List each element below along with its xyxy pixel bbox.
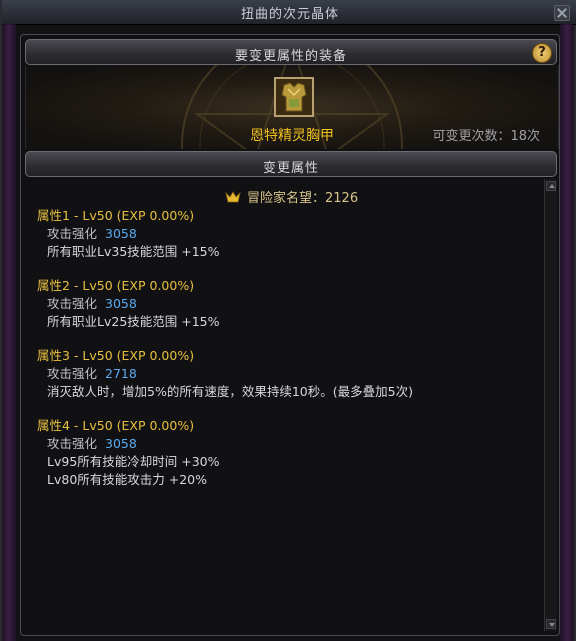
- stat-label: 攻击强化: [47, 226, 98, 241]
- window-title: 扭曲的次元晶体: [240, 7, 339, 22]
- stat-value: 3058: [105, 226, 137, 241]
- fame-text: 冒险家名望：2126: [247, 191, 359, 206]
- arrow-down-icon[interactable]: [546, 619, 556, 629]
- dimension-crystal-window: 扭曲的次元晶体 要变更属性的装备 ? 恩特精灵胸甲 可变更次数：18次 变更属性…: [0, 0, 576, 641]
- equip-display-area: 恩特精灵胸甲 可变更次数：18次: [25, 65, 559, 149]
- close-icon[interactable]: [554, 5, 570, 21]
- attr-section-header: 变更属性: [25, 151, 557, 177]
- equip-section-title: 要变更属性的装备: [234, 49, 347, 64]
- stat-label: 攻击强化: [47, 436, 98, 451]
- stat-label: 攻击强化: [47, 366, 98, 381]
- equip-section-header: 要变更属性的装备 ?: [25, 39, 557, 65]
- stat-value: 3058: [105, 436, 137, 451]
- stat-value: 2718: [105, 366, 137, 381]
- option-1-stat: 攻击强化 3058: [47, 223, 137, 242]
- option-1-title[interactable]: 属性1 - Lv50 (EXP 0.00%): [37, 205, 194, 224]
- option-3-title[interactable]: 属性3 - Lv50 (EXP 0.00%): [37, 345, 194, 364]
- list-scrollbar[interactable]: [544, 179, 557, 631]
- option-1-effect: 所有职业Lv35技能范围 +15%: [47, 244, 220, 259]
- option-2-title[interactable]: 属性2 - Lv50 (EXP 0.00%): [37, 275, 194, 294]
- option-2-effect: 所有职业Lv25技能范围 +15%: [47, 314, 220, 329]
- option-4-title[interactable]: 属性4 - Lv50 (EXP 0.00%): [37, 415, 194, 434]
- main-panel: 要变更属性的装备 ? 恩特精灵胸甲 可变更次数：18次 变更属性 冒险家名望：2…: [20, 34, 560, 636]
- option-4-effect-2: Lv80所有技能攻击力 +20%: [47, 472, 207, 487]
- attr-section-title: 变更属性: [262, 161, 319, 176]
- fame-icon: [225, 191, 241, 203]
- option-3-effect: 消灭敌人时，增加5%的所有速度，效果持续10秒。(最多叠加5次): [47, 384, 413, 399]
- help-icon[interactable]: ?: [532, 43, 552, 63]
- chest-armor-icon[interactable]: [274, 77, 314, 117]
- stat-label: 攻击强化: [47, 296, 98, 311]
- right-border-decoration: [560, 24, 574, 641]
- option-2-stat: 攻击强化 3058: [47, 293, 137, 312]
- arrow-up-icon[interactable]: [546, 181, 556, 191]
- change-count: 可变更次数：18次: [432, 129, 540, 144]
- option-4-effect-1: Lv95所有技能冷却时间 +30%: [47, 454, 220, 469]
- option-4-stat: 攻击强化 3058: [47, 433, 137, 452]
- attr-option-list[interactable]: 冒险家名望：2126 属性1 - Lv50 (EXP 0.00%) 攻击强化 30…: [25, 179, 557, 631]
- stat-value: 3058: [105, 296, 137, 311]
- option-3-stat: 攻击强化 2718: [47, 363, 137, 382]
- title-bar[interactable]: 扭曲的次元晶体: [2, 0, 576, 25]
- left-border-decoration: [2, 24, 16, 641]
- adventurer-fame: 冒险家名望：2126: [225, 187, 358, 206]
